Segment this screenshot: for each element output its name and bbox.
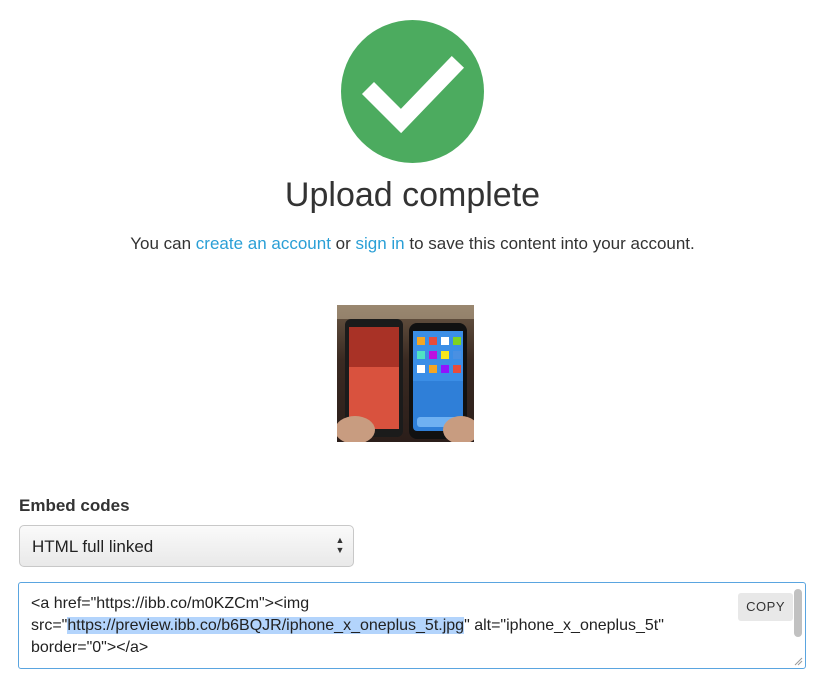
prompt-or: or <box>330 234 356 253</box>
embed-format-value: HTML full linked <box>32 537 154 556</box>
upload-complete-title: Upload complete <box>284 176 541 214</box>
resize-grip-icon[interactable] <box>793 656 803 666</box>
prompt-suffix: to save this content into your account. <box>404 234 695 253</box>
select-arrows-icon: ▲ ▼ <box>335 535 345 555</box>
embed-format-select[interactable]: HTML full linked ▲ ▼ <box>19 525 354 567</box>
selected-image-url: https://preview.ibb.co/b6BQJR/iphone_x_o… <box>67 617 465 634</box>
uploaded-image-thumbnail[interactable] <box>337 305 474 442</box>
embed-code-text[interactable]: <a href="https://ibb.co/m0KZCm"><img src… <box>31 593 771 659</box>
embed-codes-label: Embed codes <box>19 496 130 515</box>
textarea-scrollbar[interactable] <box>794 589 802 637</box>
sign-in-link[interactable]: sign in <box>356 234 405 253</box>
embed-code-textarea[interactable]: <a href="https://ibb.co/m0KZCm"><img src… <box>18 582 806 669</box>
account-prompt: You can create an account or sign in to … <box>0 234 825 254</box>
copy-button[interactable]: COPY <box>738 593 793 621</box>
success-checkmark-icon <box>341 20 484 163</box>
prompt-prefix: You can <box>130 234 196 253</box>
create-account-link[interactable]: create an account <box>196 234 331 253</box>
